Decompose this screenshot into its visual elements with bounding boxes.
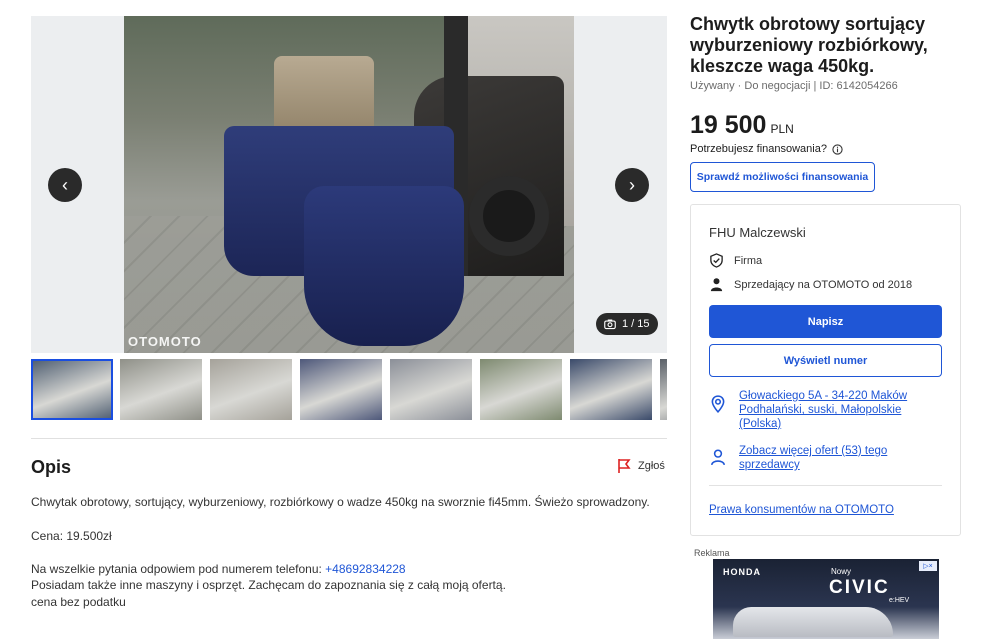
description-line: cena bez podatku [31,595,126,609]
shield-check-icon [710,253,723,268]
more-offers-link[interactable]: Zobacz więcej ofert (53) tego sprzedawcy [739,444,942,472]
location-pin-icon [711,395,725,413]
thumbnail[interactable] [390,359,472,420]
ad-nowy: Nowy [831,567,852,576]
flag-icon [618,459,631,473]
photo-wheel [469,176,549,256]
seller-type-row: Firma [709,253,762,268]
photo-gallery[interactable]: OTOMOTO ‹ › 1 / 15 [31,16,667,353]
description-line: Posiadam także inne maszyny i osprzęt. Z… [31,578,506,592]
watermark-logo: OTOMOTO [128,334,202,349]
show-number-button[interactable]: Wyświetl numer [709,344,942,377]
seller-type: Firma [734,254,763,267]
seller-name: FHU Malczewski [709,225,806,240]
report-button[interactable]: Zgłoś [616,458,668,474]
price-value: 19 500 [690,111,767,139]
ad-brand: HONDA [723,567,761,577]
ad-label: Reklama [694,548,730,558]
ad-car-image [733,607,893,637]
thumbnail[interactable] [120,359,202,420]
ad-variant: e:HEV [889,597,910,604]
finance-question-text: Potrzebujesz finansowania? [690,143,827,155]
finance-question: Potrzebujesz finansowania? [690,143,843,155]
consumer-rights-link[interactable]: Prawa konsumentów na OTOMOTO [709,504,894,516]
seller-since-row: Sprzedający na OTOMOTO od 2018 [709,277,912,292]
listing-meta: Używany · Do negocjacji | ID: 6142054266 [690,80,898,92]
description-line: Cena: 19.500zł [31,529,112,543]
price-currency: PLN [770,122,794,136]
card-divider [709,485,942,486]
person-outline-icon [711,449,725,466]
person-icon [710,278,723,292]
description-heading: Opis [31,457,72,477]
thumbnail[interactable] [570,359,652,420]
seller-since: Sprzedający na OTOMOTO od 2018 [734,278,913,291]
description-line: Chwytak obrotowy, sortujący, wyburzeniow… [31,495,650,509]
check-financing-button[interactable]: Sprawdź możliwości finansowania [690,162,875,192]
seller-address-link[interactable]: Głowackiego 5A - 34-220 Maków Podhalańsk… [739,389,942,431]
photo-grapple-claw [304,186,464,346]
description-line: Na wszelkie pytania odpowiem pod numerem… [31,562,406,576]
info-icon[interactable] [832,143,843,155]
advertisement-banner[interactable]: HONDA Nowy CIVIC e:HEV ▷× [713,559,939,639]
more-offers-row: Zobacz więcej ofert (53) tego sprzedawcy [709,444,942,472]
photo-counter-text: 1 / 15 [622,318,650,330]
thumbnail[interactable] [660,359,667,420]
listing-title: Chwytk obrotowy sortujący wyburzeniowy r… [690,14,928,76]
next-photo-button[interactable]: › [615,168,649,202]
write-message-button[interactable]: Napisz [709,305,942,338]
thumbnail[interactable] [300,359,382,420]
chevron-left-icon: ‹ [62,174,68,195]
ad-choices-icon[interactable]: ▷× [919,561,937,571]
photo-counter: 1 / 15 [596,313,658,335]
report-label: Zgłoś [638,460,665,472]
seller-card: FHU Malczewski Firma Sprzedający na OTOM… [690,204,961,536]
camera-icon [604,319,616,330]
price: 19 500 PLN [690,111,794,140]
phone-link[interactable]: +48692834228 [325,562,405,576]
main-photo[interactable]: OTOMOTO [124,16,574,353]
thumbnail[interactable] [210,359,292,420]
previous-photo-button[interactable]: ‹ [48,168,82,202]
chevron-right-icon: › [629,174,635,195]
ad-model: CIVIC [829,577,890,598]
thumbnail-strip[interactable] [31,359,667,421]
address-row: Głowackiego 5A - 34-220 Maków Podhalańsk… [709,389,942,431]
description-text: Na wszelkie pytania odpowiem pod numerem… [31,562,322,576]
thumbnail[interactable] [480,359,562,420]
thumbnail[interactable] [31,359,113,420]
section-divider [31,438,667,439]
